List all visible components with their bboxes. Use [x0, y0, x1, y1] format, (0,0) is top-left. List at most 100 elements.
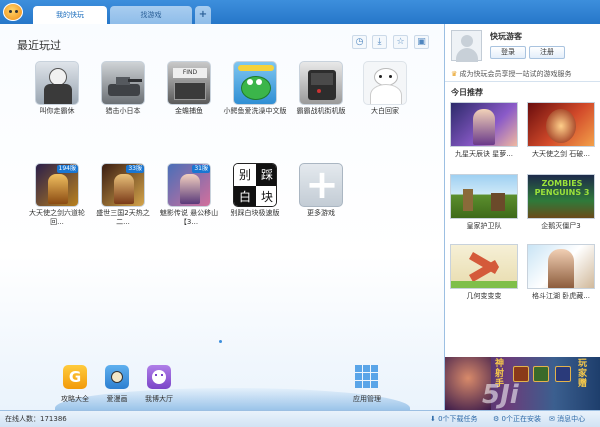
message-center-link[interactable]: ✉ 消息中心 [549, 411, 585, 427]
game-name: 魅影传说 悬公移山【3... [159, 209, 219, 226]
app-logo-icon [3, 3, 23, 21]
game-item[interactable]: 别 踩 白 块 别踩白块极速版 [223, 163, 287, 218]
recommended-game[interactable]: 几何变变变 [449, 244, 519, 301]
dragon-icon [527, 102, 595, 147]
dock-item-comic[interactable]: 爱漫画 [94, 365, 140, 404]
comic-icon [105, 365, 129, 389]
game-item[interactable]: 33服 盛世三国2天热之二... [91, 163, 155, 227]
recommended-game[interactable]: 皇家护卫队 [449, 174, 519, 231]
title-bar: 我的快玩 找游戏 + [0, 0, 600, 24]
recommended-game[interactable]: 大天使之剑 石破... [526, 102, 596, 159]
game-item[interactable]: 大白回家 [353, 61, 417, 116]
cartoon-character-icon [35, 61, 79, 105]
game-name: 九星天辰诀 星萝... [455, 150, 513, 158]
recommended-game[interactable]: ZOMBIES PENGUINS 3 企鹅灭僵尸3 [526, 174, 596, 231]
login-button[interactable]: 登录 [490, 46, 526, 59]
game-name: 叫你走霸休 [39, 107, 75, 115]
recommended-game[interactable]: 九星天辰诀 星萝... [449, 102, 519, 159]
dock-label: 应用管理 [353, 395, 381, 403]
dock-item-app-manager[interactable]: 应用管理 [344, 365, 390, 404]
white-robot-icon [363, 61, 407, 105]
game-name: 大白回家 [371, 107, 399, 115]
section-title: 最近玩过 [17, 39, 61, 52]
trash-icon[interactable]: ▣ [414, 35, 429, 49]
game-name: 霸霸战机街机版 [296, 107, 346, 115]
clock-icon[interactable]: ◷ [352, 35, 367, 49]
plus-icon: + [299, 163, 343, 207]
dock-label: 攻略大全 [61, 395, 89, 403]
divider [445, 81, 600, 82]
tank-icon [101, 61, 145, 105]
game-item[interactable]: 194服 大天使之剑六道轮回... [25, 163, 89, 227]
game-name: 小鳄鱼爱洗澡中文版 [223, 107, 287, 115]
server-badge: 194服 [56, 165, 78, 173]
app-window: 我的快玩 找游戏 + 最近玩过 ◷ ⤓ ☆ ▣ 叫你走霸休 猎击小日本 FIND… [0, 0, 600, 427]
tower-defense-icon [450, 174, 518, 219]
download-icon: ⬇ [430, 415, 439, 423]
game-item[interactable]: 小鳄鱼爱洗澡中文版 [223, 61, 287, 116]
add-tab-button[interactable]: + [195, 6, 211, 24]
star-icon[interactable]: ☆ [393, 35, 408, 49]
game-item[interactable]: 31服 魅影传说 悬公移山【3... [157, 163, 221, 227]
dock-item-lobby[interactable]: 我博大厅 [136, 365, 182, 404]
game-name: 大天使之剑 石破... [532, 150, 590, 158]
game-item[interactable]: 叫你走霸休 [25, 61, 89, 116]
game-item[interactable]: 猎击小日本 [91, 61, 155, 116]
game-name: 更多游戏 [307, 209, 335, 217]
download-tasks-link[interactable]: ⬇ 0个下载任务 [430, 411, 478, 427]
tab-my-games[interactable]: 我的快玩 [33, 6, 107, 24]
warrior-icon: 31服 [167, 163, 211, 207]
tile-text: 块 [256, 186, 276, 206]
watermark: 5Ji [482, 380, 519, 410]
crocodile-icon [233, 61, 277, 105]
game-name: 大天使之剑六道轮回... [29, 209, 85, 226]
mail-icon: ✉ [549, 415, 558, 423]
side-panel: 快玩游客 登录 注册 ♛ 成为快玩会员享授一站试的游戏服务 今日推荐 九星天辰诀… [444, 24, 600, 410]
game-name: 企鹅灭僵尸3 [541, 222, 581, 230]
dock-item-guide[interactable]: G 攻略大全 [52, 365, 98, 404]
page-indicator-dot[interactable] [219, 340, 222, 343]
game-name: 皇家护卫队 [466, 222, 502, 230]
fantasy-warrior-icon [450, 102, 518, 147]
promo-banner[interactable]: 神射手 玩家赠 [445, 357, 600, 410]
download-icon[interactable]: ⤓ [372, 35, 387, 49]
zombie-penguin-icon: ZOMBIES PENGUINS 3 [527, 174, 595, 219]
username: 快玩游客 [490, 32, 522, 41]
tile-text: 白 [234, 186, 256, 206]
game-name: 几何变变变 [466, 292, 502, 300]
game-name: 金蟾捕鱼 [175, 107, 203, 115]
game-name: 猎击小日本 [105, 107, 141, 115]
crown-icon: ♛ [451, 70, 460, 78]
recommended-game[interactable]: 格斗江湖 卧虎藏... [526, 244, 596, 301]
app-grid-icon [355, 365, 379, 389]
register-button[interactable]: 注册 [529, 46, 565, 59]
status-bar: 在线人数：171386 ⬇ 0个下载任务 ⚙ 0个正在安装 ✉ 消息中心 [0, 410, 600, 427]
game-name: 盛世三国2天热之二... [96, 209, 150, 226]
game-item[interactable]: FIND 金蟾捕鱼 [157, 61, 221, 116]
game-name: 别踩白块极速版 [230, 209, 280, 217]
member-promo-link[interactable]: ♛ 成为快玩会员享授一站试的游戏服务 [451, 69, 572, 79]
fighter-icon [527, 244, 595, 289]
piano-tiles-icon: 别 踩 白 块 [233, 163, 277, 207]
dock-label: 爱漫画 [106, 395, 128, 403]
fish-store-icon: FIND [167, 61, 211, 105]
tab-find-games[interactable]: 找游戏 [110, 6, 192, 24]
main-panel: 最近玩过 ◷ ⤓ ☆ ▣ 叫你走霸休 猎击小日本 FIND 金蟾捕鱼 小鳄鱼爱洗… [0, 24, 444, 412]
game-name: 格斗江湖 卧虎藏... [532, 292, 590, 300]
warrior-icon: 194服 [35, 163, 79, 207]
online-count: 在线人数：171386 [5, 415, 67, 423]
avatar[interactable] [451, 30, 482, 62]
recommend-title: 今日推荐 [451, 88, 483, 97]
warrior-icon: 33服 [101, 163, 145, 207]
tile-text: 别 [234, 164, 256, 186]
geometry-icon [450, 244, 518, 289]
lobby-icon [147, 365, 171, 389]
install-tasks-link[interactable]: ⚙ 0个正在安装 [493, 411, 541, 427]
game-item[interactable]: 霸霸战机街机版 [289, 61, 353, 116]
banner-title-right: 玩家赠 [578, 359, 588, 389]
dock-label: 我博大厅 [145, 395, 173, 403]
more-games-item[interactable]: + 更多游戏 [289, 163, 353, 218]
server-badge: 31服 [192, 165, 210, 173]
guide-icon: G [63, 365, 87, 389]
install-icon: ⚙ [493, 415, 502, 423]
